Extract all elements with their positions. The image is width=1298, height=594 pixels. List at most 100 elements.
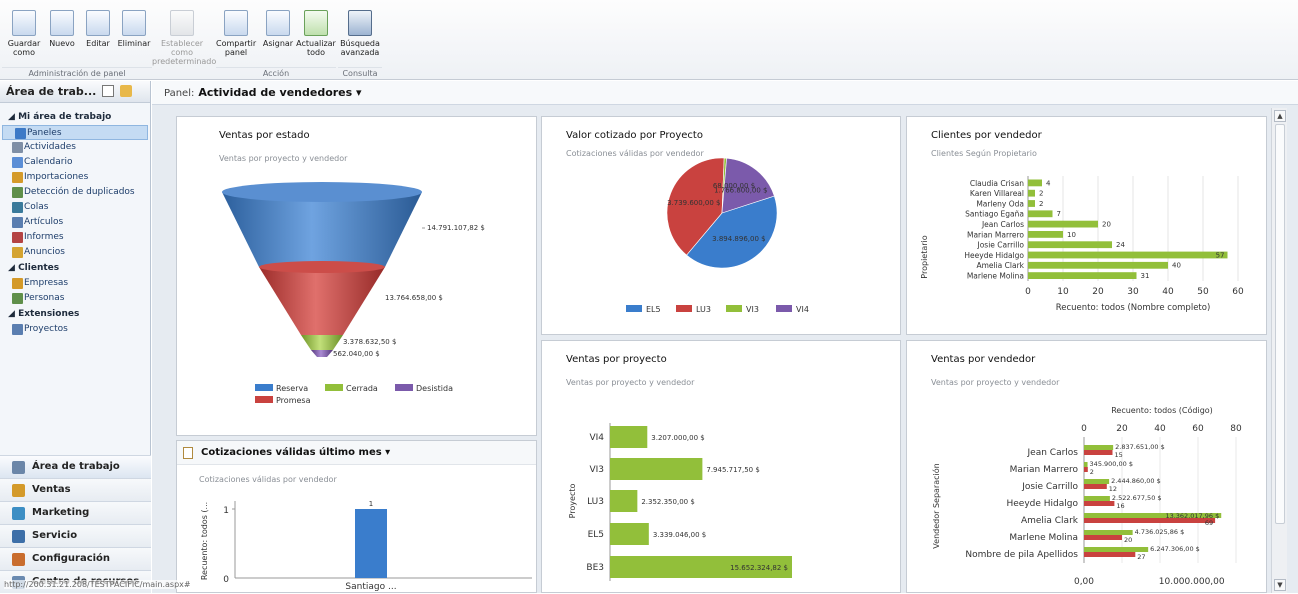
x-tick-label: 40 <box>1162 287 1174 297</box>
new-button[interactable]: Nuevo <box>42 10 82 48</box>
nav-section-title: Clientes <box>18 263 60 273</box>
bar-Marleny Oda[interactable] <box>1028 200 1035 207</box>
set-default-button[interactable]: Establecer como predeterminado <box>152 10 216 66</box>
bar-count-Marlene Molina[interactable] <box>1084 535 1122 540</box>
bar-EL5[interactable] <box>610 523 649 545</box>
advanced-find-button[interactable]: Búsqueda avanzada <box>340 10 380 57</box>
nav-item[interactable]: Anuncios <box>0 245 150 260</box>
edit-button[interactable]: Editar <box>78 10 118 48</box>
vertical-scrollbar[interactable]: ▲ ▼ <box>1271 108 1287 593</box>
nav-item-icon <box>12 247 23 258</box>
bar-count-Marian Marrero[interactable] <box>1084 467 1088 472</box>
nav-item-icon <box>12 142 23 153</box>
nav-item[interactable]: Actividades <box>0 140 150 155</box>
nav-area-button[interactable]: Marketing <box>0 501 151 524</box>
nav-item[interactable]: Personas <box>0 291 150 306</box>
data-label: 345.900,00 $ <box>1090 460 1133 468</box>
funnel-segment-desistida[interactable] <box>311 350 333 357</box>
nav-item[interactable]: Calendario <box>0 155 150 170</box>
assign-button[interactable]: Asignar <box>258 10 298 48</box>
y-tick-label: Heeyde Hidalgo <box>1007 499 1079 509</box>
bar-amount-Josie Carrillo[interactable] <box>1084 479 1110 484</box>
scroll-down-arrow[interactable]: ▼ <box>1274 579 1286 591</box>
bar-amount-Nombre de pila Apellidos[interactable] <box>1084 547 1149 552</box>
bar-count-Nombre de pila Apellidos[interactable] <box>1084 552 1136 557</box>
bar-count-Josie Carrillo[interactable] <box>1084 484 1107 489</box>
funnel-segment-reserva[interactable] <box>222 192 422 267</box>
y-axis-title: Proyecto <box>568 484 577 519</box>
legend-swatch <box>255 384 273 391</box>
nav-item[interactable]: Artículos <box>0 215 150 230</box>
nav-section-1[interactable]: ◢ Clientes <box>0 260 150 276</box>
legend-swatch <box>395 384 413 391</box>
nav-item[interactable]: Paneles <box>2 125 148 140</box>
bar-amount-Marlene Molina[interactable] <box>1084 530 1133 535</box>
bar-Santiago Egaña[interactable] <box>1028 210 1053 218</box>
y-tick-label: Marleny Oda <box>976 199 1024 208</box>
bar-amount-Jean Carlos[interactable] <box>1084 445 1114 450</box>
legend-label: VI4 <box>796 305 809 314</box>
nav-item-label: Artículos <box>24 217 64 227</box>
bar-count-Jean Carlos[interactable] <box>1084 450 1113 455</box>
data-label: 24 <box>1116 241 1125 249</box>
y-tick-label: EL5 <box>588 530 604 540</box>
pie-chart: 3.894.896,00 $3.739.600,00 $68.000,00 $1… <box>626 157 809 314</box>
save-as-button[interactable]: Guardar como <box>4 10 44 57</box>
bar-Jean Carlos[interactable] <box>1028 220 1098 228</box>
refresh-all-button[interactable]: Actualizar todo <box>296 10 336 57</box>
nav-item[interactable]: Colas <box>0 200 150 215</box>
nav-section-2[interactable]: ◢ Extensiones <box>0 306 150 322</box>
bar-count-Heeyde Hidalgo[interactable] <box>1084 501 1115 506</box>
bar-Heeyde Hidalgo[interactable] <box>1028 251 1228 259</box>
data-label: 2.444.860,00 $ <box>1111 477 1161 485</box>
nav-header-title: Área de trab... <box>6 85 97 98</box>
nav-list: ◢ Mi área de trabajo Paneles Actividades Ca… <box>0 103 150 337</box>
nav-item-icon <box>15 128 26 139</box>
nav-item[interactable]: Empresas <box>0 276 150 291</box>
bar-VI4[interactable] <box>610 426 648 448</box>
data-label: 2.352.350,00 $ <box>641 498 694 506</box>
bar-Marian Marrero[interactable] <box>1028 231 1063 238</box>
bar-LU3[interactable] <box>610 490 638 512</box>
nav-item-icon <box>12 324 23 335</box>
nav-area-button[interactable]: Configuración <box>0 547 151 570</box>
nav-item-icon <box>12 293 23 304</box>
nav-area-button[interactable]: Ventas <box>0 478 151 501</box>
delete-button[interactable]: Eliminar <box>114 10 154 48</box>
top-tick-label: 80 <box>1230 424 1242 434</box>
bar-VI3[interactable] <box>610 458 703 480</box>
legend-swatch <box>676 305 692 312</box>
bar-Karen Villareal[interactable] <box>1028 189 1035 197</box>
funnel-segment-cerrada[interactable] <box>301 335 343 350</box>
bar-Marlene Molina[interactable] <box>1028 272 1137 279</box>
nav-item[interactable]: Detección de duplicados <box>0 185 150 200</box>
nav-item-icon <box>12 157 23 168</box>
nav-area-button[interactable]: Servicio <box>0 524 151 547</box>
y-tick-label: Marian Marrero <box>967 230 1024 239</box>
nav-section-0[interactable]: ◢ Mi área de trabajo <box>0 109 150 125</box>
scroll-thumb[interactable] <box>1275 124 1285 524</box>
home-icon[interactable] <box>102 85 115 97</box>
bar-Amelia Clark[interactable] <box>1028 261 1168 269</box>
legend-label: Desistida <box>416 384 453 393</box>
nav-item[interactable]: Informes <box>0 230 150 245</box>
y-tick-label: LU3 <box>587 497 604 507</box>
funnel-segment-promesa[interactable] <box>259 267 385 335</box>
y-tick-label: Marlene Molina <box>967 272 1024 281</box>
nav-item[interactable]: Importaciones <box>0 170 150 185</box>
nav-area-button[interactable]: Área de trabajo <box>0 455 151 478</box>
panel-dropdown[interactable]: Actividad de vendedores ▾ <box>198 86 361 99</box>
panel-ventas-por-estado: Ventas por estado Ventas por proyecto y … <box>176 116 537 436</box>
bar-amount-Marian Marrero[interactable] <box>1084 462 1088 467</box>
share-panel-button[interactable]: Compartir panel <box>216 10 256 57</box>
bar-Josie Carrillo[interactable] <box>1028 241 1112 249</box>
bar-Santiago[interactable] <box>355 509 387 578</box>
nav-item[interactable]: Proyectos <box>0 322 150 337</box>
bar-amount-Heeyde Hidalgo[interactable] <box>1084 496 1110 501</box>
pin-icon[interactable] <box>120 85 133 97</box>
scroll-up-arrow[interactable]: ▲ <box>1274 110 1286 122</box>
x-tick-label: 30 <box>1127 287 1139 297</box>
bar-Claudia Crisan[interactable] <box>1028 179 1042 187</box>
data-label: 6.247.306,00 $ <box>1150 545 1200 553</box>
y-axis-title: Vendedor Separación <box>931 463 941 548</box>
